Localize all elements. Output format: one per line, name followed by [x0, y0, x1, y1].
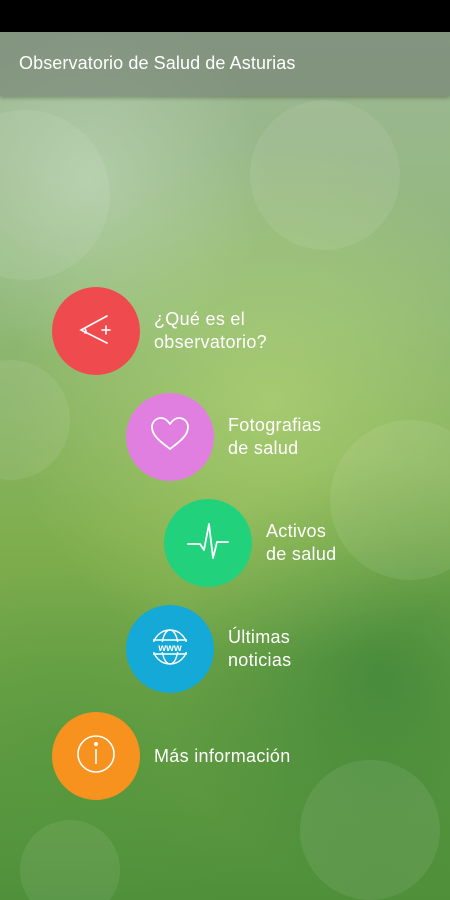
background-bokeh: [330, 420, 450, 580]
app-bar: Observatorio de Salud de Asturias: [0, 32, 450, 96]
menu-item-fotografias-de-salud[interactable]: Fotografias de salud: [126, 393, 321, 481]
background-bokeh: [0, 110, 110, 280]
angle-plus-icon: [73, 306, 119, 357]
background-bokeh: [250, 100, 400, 250]
app-title: Observatorio de Salud de Asturias: [19, 53, 296, 73]
heartbeat-icon: [185, 518, 231, 569]
menu-item-ultimas-noticias[interactable]: www Últimas noticias: [126, 605, 291, 693]
background-bokeh: [20, 820, 120, 900]
menu-item-circle: [126, 393, 214, 481]
svg-text:www: www: [157, 643, 182, 654]
globe-www-icon: www: [147, 624, 193, 675]
menu-item-que-es-el-observatorio[interactable]: ¿Qué es el observatorio?: [52, 287, 267, 375]
app-screen: Observatorio de Salud de Asturias ¿Qué e…: [0, 0, 450, 900]
heart-icon: [147, 412, 193, 463]
info-icon: [73, 731, 119, 782]
menu-item-label: Últimas noticias: [228, 627, 292, 670]
menu-item-circle: www: [126, 605, 214, 693]
menu-item-mas-informacion[interactable]: Más información: [52, 712, 291, 800]
menu-item-label: Fotografias de salud: [228, 415, 322, 458]
menu-item-label: Activos de salud: [266, 521, 337, 564]
background-bokeh: [0, 360, 70, 480]
menu-item-label: Más información: [154, 745, 291, 766]
status-bar: [0, 0, 450, 32]
menu-item-label: ¿Qué es el observatorio?: [154, 309, 267, 352]
menu-item-circle: [52, 712, 140, 800]
menu-item-circle: [164, 499, 252, 587]
menu-item-circle: [52, 287, 140, 375]
menu-item-activos-de-salud[interactable]: Activos de salud: [164, 499, 336, 587]
background-bokeh: [300, 760, 440, 900]
